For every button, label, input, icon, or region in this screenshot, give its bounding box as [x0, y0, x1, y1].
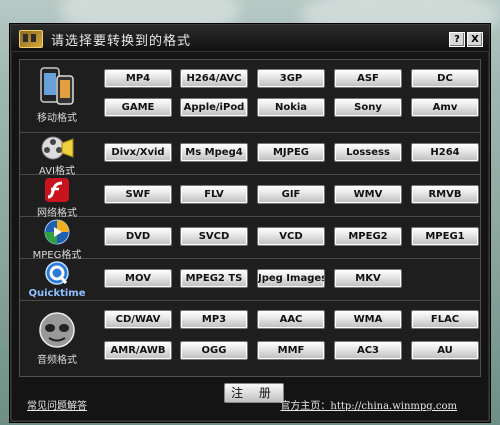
format-sony-button[interactable]: Sony	[334, 98, 402, 117]
category-row-web: 网络格式 SWF FLV GIF WMV RMVB	[20, 174, 480, 219]
category-row-audio: 音频格式 CD/WAV MP3 AAC WMA FLAC AMR/AWB OGG…	[20, 300, 480, 376]
format-svcd-button[interactable]: SVCD	[180, 227, 248, 246]
format-mjpeg-button[interactable]: MJPEG	[257, 143, 325, 162]
dialog-title: 请选择要转换到的格式	[51, 34, 192, 49]
format-mpeg1-button[interactable]: MPEG1	[411, 227, 479, 246]
format-rmvb-button[interactable]: RMVB	[411, 185, 479, 204]
format-h264avc-button[interactable]: H264/AVC	[180, 69, 248, 88]
format-wma-button[interactable]: WMA	[334, 310, 402, 329]
category-row-mpeg: MPEG格式 DVD SVCD VCD MPEG2 MPEG1	[20, 216, 480, 261]
close-button[interactable]: X	[467, 32, 483, 47]
format-ms-mpeg4-button[interactable]: Ms Mpeg4	[180, 143, 248, 162]
flash-icon	[45, 178, 69, 202]
category-label: Quicktime	[28, 288, 86, 299]
category-avi[interactable]: AVI格式	[24, 135, 90, 177]
format-mp4-button[interactable]: MP4	[104, 69, 172, 88]
film-reel-icon	[41, 136, 74, 160]
format-vcd-button[interactable]: VCD	[257, 227, 325, 246]
format-ogg-button[interactable]: OGG	[180, 341, 248, 360]
format-flv-button[interactable]: FLV	[180, 185, 248, 204]
format-asf-button[interactable]: ASF	[334, 69, 402, 88]
category-mpeg[interactable]: MPEG格式	[24, 219, 90, 261]
format-divx-xvid-button[interactable]: Divx/Xvid	[104, 143, 172, 162]
format-gif-button[interactable]: GIF	[257, 185, 325, 204]
register-button[interactable]: 注 册	[224, 383, 284, 403]
format-ac3-button[interactable]: AC3	[334, 341, 402, 360]
help-button[interactable]: ?	[449, 32, 465, 47]
category-label: 移动格式	[37, 113, 77, 124]
category-row-avi: AVI格式 Divx/Xvid Ms Mpeg4 MJPEG Lossess H…	[20, 132, 480, 177]
format-aac-button[interactable]: AAC	[257, 310, 325, 329]
format-wmv-button[interactable]: WMV	[334, 185, 402, 204]
format-amr-awb-button[interactable]: AMR/AWB	[104, 341, 172, 360]
category-label: 音频格式	[37, 355, 77, 366]
audio-player-icon	[39, 312, 75, 348]
format-mpeg2-button[interactable]: MPEG2	[334, 227, 402, 246]
format-game-button[interactable]: GAME	[104, 98, 172, 117]
format-select-dialog: 请选择要转换到的格式 ? X 移动格式 MP4 H264/AVC 3GP ASF…	[10, 24, 490, 422]
title-bar: 请选择要转换到的格式 ? X	[11, 25, 489, 52]
mobile-phone-icon	[40, 67, 74, 105]
category-quicktime[interactable]: Quicktime	[24, 261, 90, 299]
format-lossess-button[interactable]: Lossess	[334, 143, 402, 162]
faq-link[interactable]: 常见问题解答	[27, 397, 87, 412]
format-au-button[interactable]: AU	[411, 341, 479, 360]
format-mov-button[interactable]: MOV	[104, 269, 172, 288]
format-apple-ipod-button[interactable]: Apple/iPod	[180, 98, 248, 117]
film-app-icon	[19, 30, 43, 48]
format-swf-button[interactable]: SWF	[104, 185, 172, 204]
homepage-link[interactable]: 官方主页：http://china.winmpg.com	[280, 397, 457, 412]
format-jpeg-images-button[interactable]: Jpeg Images	[257, 269, 325, 288]
format-mpeg2-ts-button[interactable]: MPEG2 TS	[180, 269, 248, 288]
format-3gp-button[interactable]: 3GP	[257, 69, 325, 88]
category-row-quicktime: Quicktime MOV MPEG2 TS Jpeg Images MKV	[20, 258, 480, 301]
format-mp3-button[interactable]: MP3	[180, 310, 248, 329]
category-audio[interactable]: 音频格式	[24, 310, 90, 366]
format-cd-wav-button[interactable]: CD/WAV	[104, 310, 172, 329]
format-flac-button[interactable]: FLAC	[411, 310, 479, 329]
format-mmf-button[interactable]: MMF	[257, 341, 325, 360]
category-web[interactable]: 网络格式	[24, 177, 90, 219]
format-mkv-button[interactable]: MKV	[334, 269, 402, 288]
category-row-mobile: 移动格式 MP4 H264/AVC 3GP ASF DC GAME Apple/…	[20, 60, 480, 133]
format-dvd-button[interactable]: DVD	[104, 227, 172, 246]
format-amv-button[interactable]: Amv	[411, 98, 479, 117]
format-dc-button[interactable]: DC	[411, 69, 479, 88]
mpeg-disc-icon	[44, 219, 70, 245]
format-nokia-button[interactable]: Nokia	[257, 98, 325, 117]
quicktime-icon	[45, 261, 69, 285]
format-h264-button[interactable]: H264	[411, 143, 479, 162]
category-mobile[interactable]: 移动格式	[24, 64, 90, 124]
format-panel: 移动格式 MP4 H264/AVC 3GP ASF DC GAME Apple/…	[19, 59, 481, 377]
